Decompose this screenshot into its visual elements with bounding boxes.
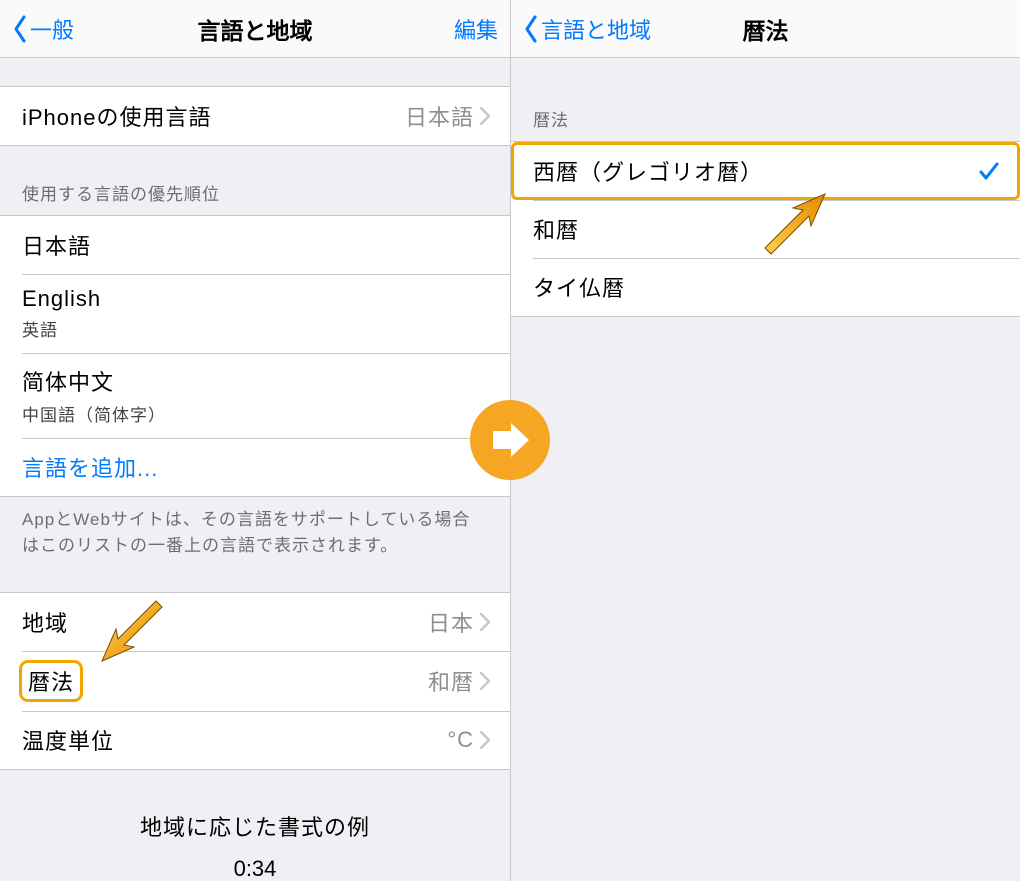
chevron-right-icon [480, 107, 490, 125]
lang-item[interactable]: English 英語 [0, 274, 510, 353]
chevron-right-icon [480, 613, 490, 631]
edit-button[interactable]: 編集 [454, 13, 498, 45]
section-header: 暦法 [511, 106, 1020, 141]
row-region[interactable]: 地域 日本 [0, 593, 510, 651]
back-button[interactable]: 言語と地域 [523, 13, 651, 45]
row-value: 日本 [428, 606, 474, 638]
lang-item-sub: 中国語（简体字） [22, 401, 166, 426]
format-example: 地域に応じた書式の例 0:34 [0, 770, 510, 881]
navbar-right: 言語と地域 暦法 [511, 0, 1020, 58]
nav-title: 暦法 [743, 12, 789, 46]
section-footer: AppとWebサイトは、その言語をサポートしている場合はこのリストの一番上の言語… [0, 497, 510, 558]
add-language-label: 言語を追加... [22, 451, 490, 483]
lang-item-sub: 英語 [22, 316, 58, 341]
row-value: °C [447, 727, 474, 753]
right-pane: 言語と地域 暦法 暦法 西暦（グレゴリオ暦） 和暦 タイ仏暦 [510, 0, 1020, 881]
group-preferred-langs: 使用する言語の優先順位 日本語 English 英語 简体中文 中国語（简体字）… [0, 180, 510, 558]
group-iphone-language: iPhoneの使用言語 日本語 [0, 86, 510, 146]
row-label: iPhoneの使用言語 [22, 100, 405, 132]
row-label: 暦法 [22, 663, 80, 699]
lang-item-label: 简体中文 [22, 365, 114, 397]
back-button[interactable]: 一般 [12, 13, 74, 45]
row-iphone-language[interactable]: iPhoneの使用言語 日本語 [0, 87, 510, 145]
row-calendar[interactable]: 暦法 和暦 [0, 651, 510, 711]
row-temperature[interactable]: 温度単位 °C [0, 711, 510, 769]
lang-item[interactable]: 日本語 [0, 216, 510, 274]
right-scroll[interactable]: 暦法 西暦（グレゴリオ暦） 和暦 タイ仏暦 [511, 58, 1020, 881]
row-label: 地域 [22, 606, 428, 638]
left-pane: 一般 言語と地域 編集 iPhoneの使用言語 日本語 使用する言語の優先順位 … [0, 0, 510, 881]
lang-item-label: 日本語 [22, 229, 490, 261]
group-region: 地域 日本 暦法 和暦 温度単位 [0, 592, 510, 770]
chevron-right-icon [480, 672, 490, 690]
row-label: 温度単位 [22, 724, 447, 756]
chevron-left-icon [523, 15, 539, 43]
navbar-left: 一般 言語と地域 編集 [0, 0, 510, 58]
transition-arrow-icon [470, 400, 550, 480]
back-label: 一般 [30, 13, 74, 45]
option-label: 西暦（グレゴリオ暦） [533, 155, 978, 187]
chevron-right-icon [480, 731, 490, 749]
calendar-option[interactable]: タイ仏暦 [511, 258, 1020, 316]
chevron-left-icon [12, 15, 28, 43]
row-add-language[interactable]: 言語を追加... [0, 438, 510, 496]
annotation-arrow-icon [759, 190, 829, 260]
example-title: 地域に応じた書式の例 [0, 810, 510, 842]
nav-title: 言語と地域 [198, 12, 313, 46]
lang-item-label: English [22, 286, 101, 312]
checkmark-icon [978, 160, 1000, 182]
example-time: 0:34 [0, 856, 510, 881]
back-label: 言語と地域 [541, 13, 651, 45]
row-value: 和暦 [428, 665, 474, 697]
annotation-arrow-icon [98, 595, 168, 665]
left-scroll[interactable]: iPhoneの使用言語 日本語 使用する言語の優先順位 日本語 English … [0, 58, 510, 881]
section-header: 使用する言語の優先順位 [0, 180, 510, 215]
option-label: タイ仏暦 [533, 271, 1000, 303]
lang-item[interactable]: 简体中文 中国語（简体字） [0, 353, 510, 438]
row-value: 日本語 [405, 100, 474, 132]
